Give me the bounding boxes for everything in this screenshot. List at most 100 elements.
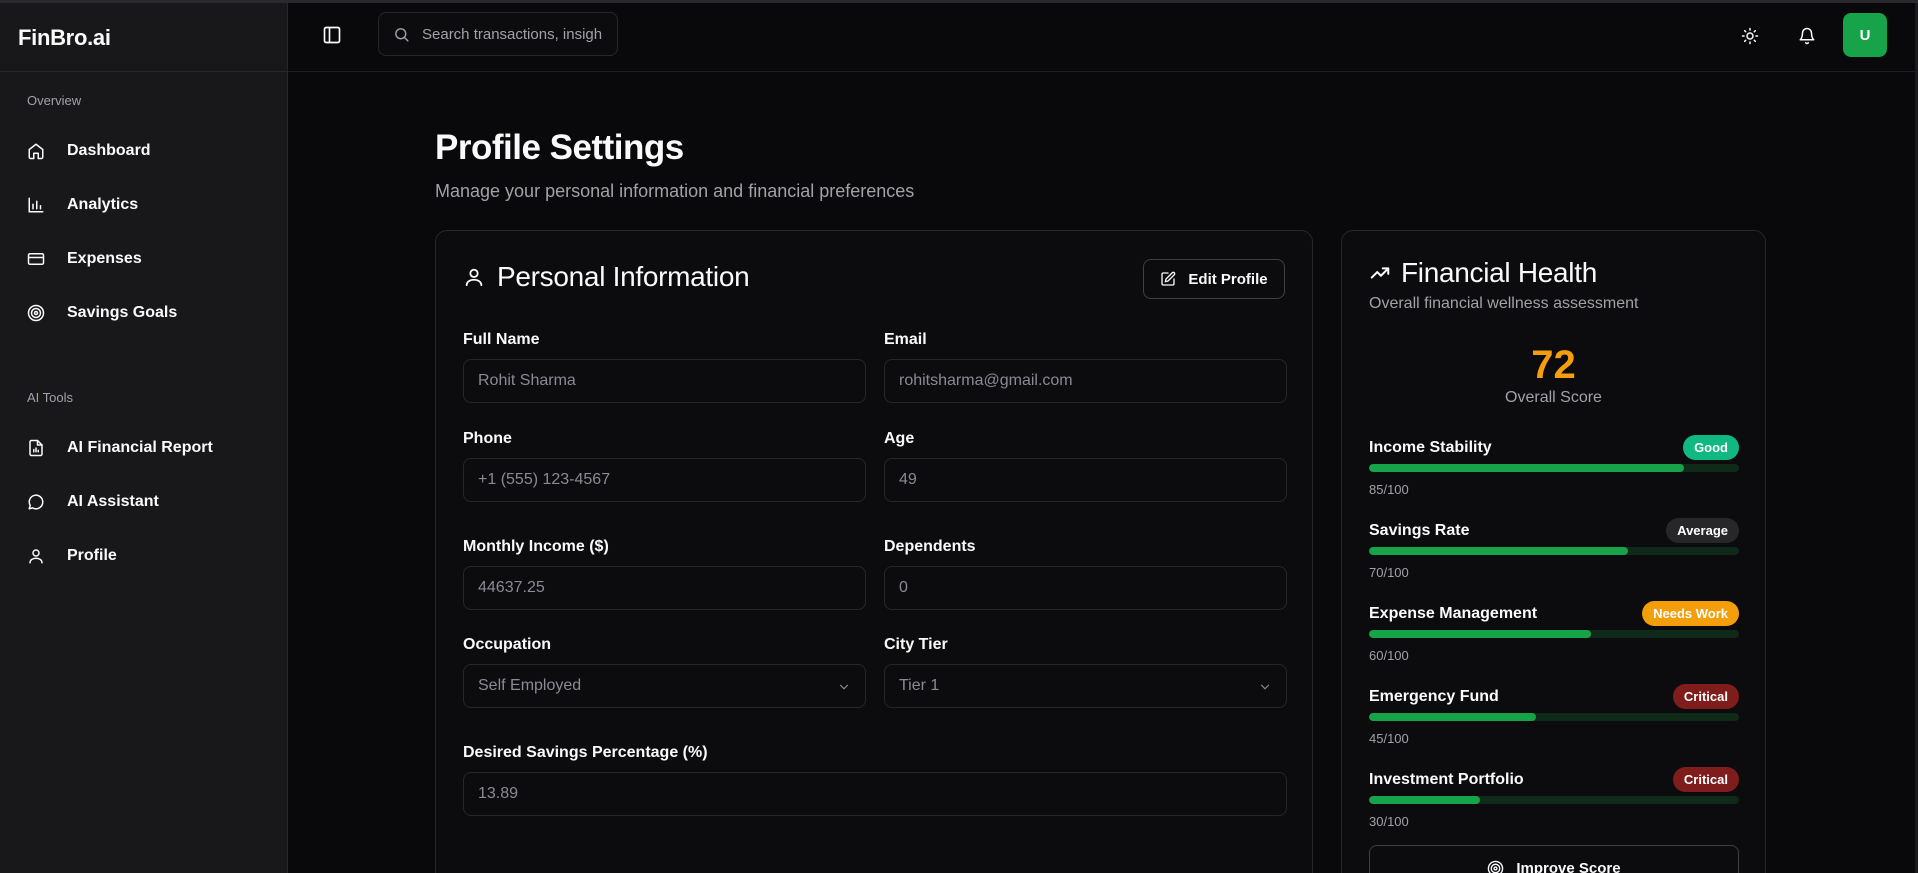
full-name-label: Full Name xyxy=(463,331,540,348)
metric-emergency-fund: Emergency Fund Critical 45/100 xyxy=(1369,684,1739,760)
user-icon xyxy=(29,549,43,564)
phone-label: Phone xyxy=(463,430,512,447)
overall-score-value: 72 xyxy=(1531,343,1576,387)
metric-value: 30/100 xyxy=(1369,814,1409,829)
progress-track xyxy=(1369,796,1739,804)
brand-logo[interactable]: FinBro.ai xyxy=(0,3,287,72)
email-field[interactable]: rohitsharma@gmail.com xyxy=(884,359,1287,403)
metric-value: 85/100 xyxy=(1369,482,1409,497)
status-badge: Needs Work xyxy=(1642,601,1739,626)
credit-card-icon xyxy=(27,253,45,265)
sidebar-item-ai-assistant[interactable]: AI Assistant xyxy=(0,475,287,529)
sidebar-toggle-icon[interactable] xyxy=(322,25,342,45)
metric-name: Emergency Fund xyxy=(1369,688,1499,705)
metric-expense-management: Expense Management Needs Work 60/100 xyxy=(1369,601,1739,677)
topbar: U xyxy=(288,3,1918,72)
financial-health-subtitle: Overall financial wellness assessment xyxy=(1369,295,1639,312)
status-badge: Good xyxy=(1683,435,1739,460)
sidebar-item-label: Dashboard xyxy=(67,142,151,159)
dependents-label: Dependents xyxy=(884,538,976,555)
nav-group-ai-tools: AI Tools AI Financial Report AI Assistan… xyxy=(0,390,287,583)
metric-income-stability: Income Stability Good 85/100 xyxy=(1369,435,1739,511)
metric-name: Expense Management xyxy=(1369,605,1538,622)
bell-icon[interactable] xyxy=(1798,27,1816,45)
file-chart-icon xyxy=(29,439,43,457)
financial-health-title: Financial Health xyxy=(1369,257,1597,289)
edit-icon xyxy=(1161,271,1176,286)
metric-name: Savings Rate xyxy=(1369,522,1470,539)
city-tier-label: City Tier xyxy=(884,636,948,653)
occupation-value: Self Employed xyxy=(478,677,582,694)
occupation-label: Occupation xyxy=(463,636,552,653)
nav-group-overview: Overview Dashboard Analytics Expenses Sa… xyxy=(0,93,287,340)
status-badge: Critical xyxy=(1672,767,1739,792)
trending-up-icon xyxy=(1370,267,1390,279)
home-icon xyxy=(28,143,44,160)
nav-group-label: AI Tools xyxy=(27,390,74,405)
card-title-text: Personal Information xyxy=(497,261,750,292)
status-badge: Average xyxy=(1666,518,1739,543)
search-box[interactable] xyxy=(378,12,618,56)
metric-savings-rate: Savings Rate Average 70/100 xyxy=(1369,518,1739,594)
monthly-income-label: Monthly Income ($) xyxy=(463,538,609,555)
progress-fill xyxy=(1369,796,1480,804)
progress-fill xyxy=(1369,547,1628,555)
progress-track xyxy=(1369,547,1739,555)
sidebar-item-profile[interactable]: Profile xyxy=(0,529,287,583)
metric-investment-portfolio: Investment Portfolio Critical 30/100 xyxy=(1369,767,1739,843)
status-badge: Critical xyxy=(1672,684,1739,709)
user-icon xyxy=(465,268,483,287)
search-input[interactable] xyxy=(422,25,602,43)
overall-score-label: Overall Score xyxy=(1505,389,1602,406)
city-tier-select[interactable]: Tier 1 xyxy=(884,664,1287,708)
occupation-select[interactable]: Self Employed xyxy=(463,664,866,708)
email-label: Email xyxy=(884,331,927,348)
search-icon xyxy=(395,27,409,42)
avatar[interactable]: U xyxy=(1843,13,1887,57)
edit-profile-button[interactable]: Edit Profile xyxy=(1143,259,1285,299)
page-title: Profile Settings xyxy=(435,128,684,167)
chevron-down-icon xyxy=(1260,684,1270,690)
progress-fill xyxy=(1369,630,1591,638)
main-content: Profile Settings Manage your personal in… xyxy=(288,72,1918,873)
metric-name: Income Stability xyxy=(1369,439,1492,456)
phone-field[interactable]: +1 (555) 123-4567 xyxy=(463,458,866,502)
metric-value: 45/100 xyxy=(1369,731,1409,746)
chat-bubble-icon xyxy=(28,494,44,510)
sidebar-item-dashboard[interactable]: Dashboard xyxy=(0,124,287,178)
sidebar-item-expenses[interactable]: Expenses xyxy=(0,232,287,286)
age-label: Age xyxy=(884,430,915,447)
desired-savings-field[interactable]: 13.89 xyxy=(463,772,1287,816)
improve-score-button[interactable]: Improve Score xyxy=(1369,845,1739,873)
improve-score-label: Improve Score xyxy=(1516,859,1621,873)
financial-health-card: Financial Health Overall financial welln… xyxy=(1341,230,1766,873)
edit-profile-label: Edit Profile xyxy=(1188,270,1268,288)
target-icon xyxy=(27,304,45,322)
full-name-field[interactable]: Rohit Sharma xyxy=(463,359,866,403)
page-subtitle: Manage your personal information and fin… xyxy=(435,181,915,201)
chevron-down-icon xyxy=(839,684,849,690)
monthly-income-field[interactable]: 44637.25 xyxy=(463,566,866,610)
sidebar: FinBro.ai Overview Dashboard Analytics E… xyxy=(0,3,288,873)
progress-track xyxy=(1369,630,1739,638)
progress-track xyxy=(1369,713,1739,721)
bar-chart-icon xyxy=(28,197,44,213)
sidebar-item-analytics[interactable]: Analytics xyxy=(0,178,287,232)
sidebar-item-label: AI Assistant xyxy=(67,493,159,510)
personal-information-card: Personal Information Edit Profile Full N… xyxy=(435,230,1313,873)
metric-value: 60/100 xyxy=(1369,648,1409,663)
dependents-field[interactable]: 0 xyxy=(884,566,1287,610)
progress-fill xyxy=(1369,464,1684,472)
sidebar-item-label: Profile xyxy=(67,547,117,564)
sun-icon[interactable] xyxy=(1741,27,1759,45)
sidebar-item-savings-goals[interactable]: Savings Goals xyxy=(0,286,287,340)
sidebar-item-label: Expenses xyxy=(67,250,142,267)
sidebar-item-ai-financial-report[interactable]: AI Financial Report xyxy=(0,421,287,475)
city-tier-value: Tier 1 xyxy=(899,677,940,694)
age-field[interactable]: 49 xyxy=(884,458,1287,502)
metric-value: 70/100 xyxy=(1369,565,1409,580)
sidebar-item-label: Analytics xyxy=(67,196,139,213)
sidebar-item-label: Savings Goals xyxy=(67,304,178,321)
target-icon xyxy=(1488,860,1504,873)
progress-fill xyxy=(1369,713,1536,721)
